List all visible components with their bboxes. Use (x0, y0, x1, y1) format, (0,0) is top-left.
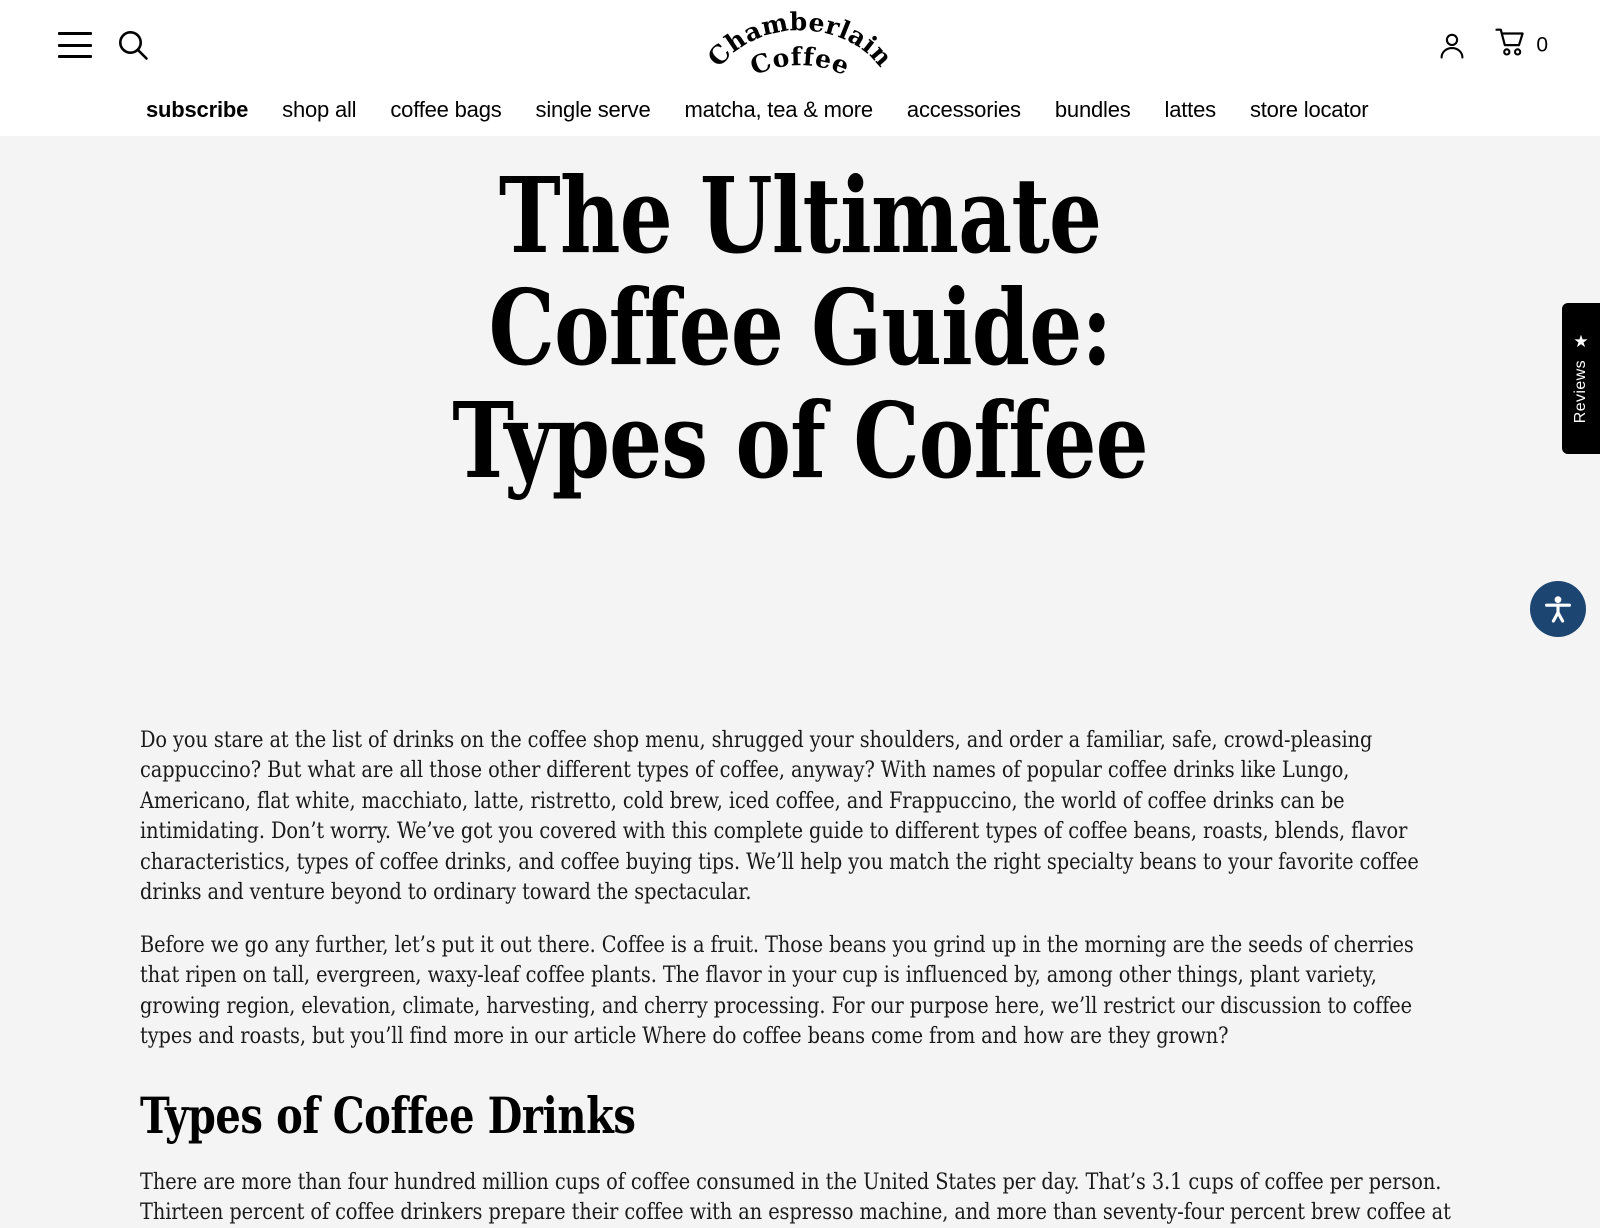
main-navigation: subscribe shop all coffee bags single se… (0, 90, 1600, 136)
hamburger-bar (58, 32, 92, 35)
section-heading-types-of-coffee-drinks: Types of Coffee Drinks (140, 1085, 636, 1145)
account-person-icon[interactable] (1435, 28, 1469, 62)
nav-item-bundles[interactable]: bundles (1055, 97, 1131, 123)
search-icon[interactable] (114, 26, 152, 64)
nav-item-single-serve[interactable]: single serve (536, 97, 651, 123)
article-paragraph: There are more than four hundred million… (140, 1168, 1451, 1226)
hamburger-bar (58, 43, 92, 47)
hamburger-bar (58, 55, 92, 58)
page-body: The Ultimate Coffee Guide: Types of Coff… (0, 136, 1600, 1228)
cart-group[interactable]: 0 (1495, 28, 1548, 63)
reviews-tab[interactable]: ★ Reviews (1562, 303, 1600, 454)
shopping-cart-icon (1495, 28, 1527, 63)
site-logo[interactable]: Chamberlain Coffee (700, 6, 900, 86)
cart-count: 0 (1536, 33, 1548, 56)
article-paragraph: Before we go any further, let’s put it o… (140, 931, 1414, 1050)
header-right-controls: 0 (1435, 28, 1548, 63)
header-left-controls (0, 26, 152, 64)
article-paragraph: Do you stare at the list of drinks on th… (140, 726, 1419, 906)
site-header: Chamberlain Coffee 0 subscribe shop all … (0, 0, 1600, 136)
page-title: The Ultimate Coffee Guide: Types of Coff… (452, 154, 1148, 502)
nav-item-lattes[interactable]: lattes (1165, 97, 1217, 123)
nav-item-subscribe[interactable]: subscribe (146, 97, 248, 123)
nav-item-coffee-bags[interactable]: coffee bags (390, 97, 501, 123)
article-content: Do you stare at the list of drinks on th… (80, 725, 1520, 1228)
nav-item-shop-all[interactable]: shop all (282, 97, 356, 123)
accessibility-person-icon[interactable] (1530, 581, 1586, 637)
svg-text:Coffee: Coffee (746, 42, 854, 81)
hamburger-menu-icon[interactable] (58, 32, 92, 58)
nav-item-matcha-tea-more[interactable]: matcha, tea & more (685, 97, 874, 123)
header-top-bar: Chamberlain Coffee 0 (0, 0, 1600, 90)
article-hero: The Ultimate Coffee Guide: Types of Coff… (0, 136, 1600, 497)
nav-item-store-locator[interactable]: store locator (1250, 97, 1369, 123)
reviews-tab-label: Reviews (1572, 360, 1589, 424)
nav-item-accessories[interactable]: accessories (907, 97, 1021, 123)
star-icon: ★ (1573, 332, 1589, 352)
